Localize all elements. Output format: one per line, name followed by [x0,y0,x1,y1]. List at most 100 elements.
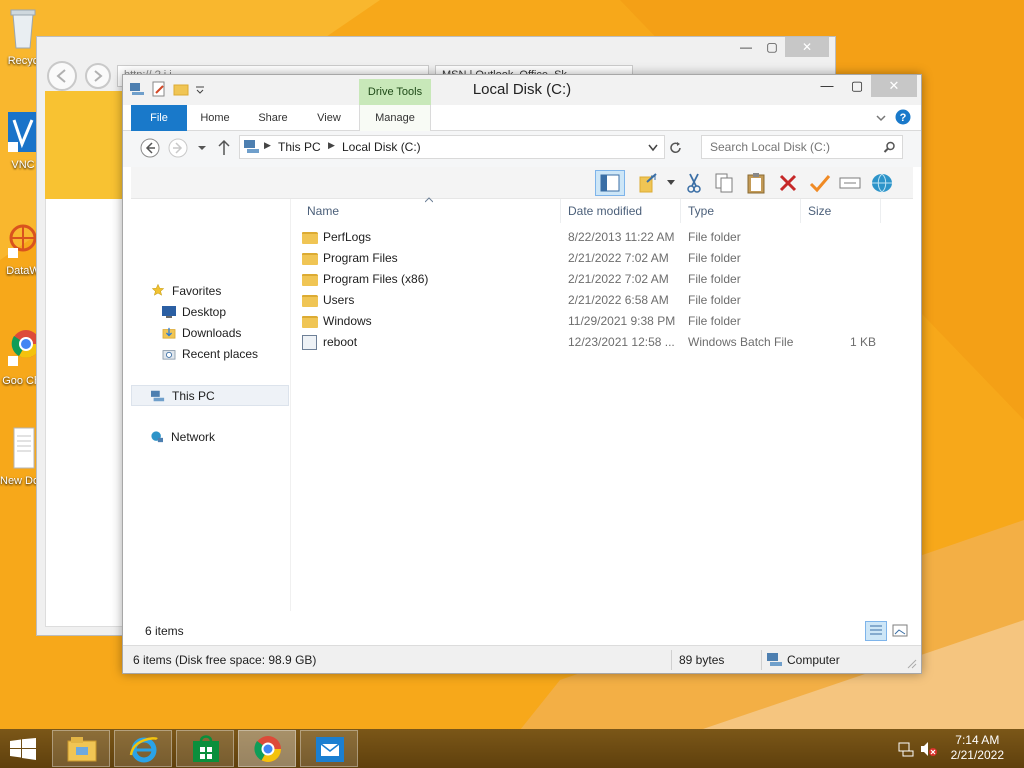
nav-this-pc[interactable]: This PC [131,385,289,406]
nav-label: This PC [172,389,215,403]
start-button[interactable] [0,729,46,768]
tab-view[interactable]: View [307,105,351,131]
table-row[interactable]: reboot 12/23/2021 12:58 ... Windows Batch … [299,332,913,353]
file-type: File folder [688,314,741,328]
title-bar[interactable]: Drive Tools Local Disk (C:) — ▢ ✕ [123,75,921,105]
file-name-text: Program Files [323,251,398,265]
bg-forward-button[interactable] [85,63,111,89]
details-view-icon[interactable] [865,621,887,641]
taskbar-internet-explorer[interactable] [114,730,172,767]
ribbon-tabs: File Home Share View Manage ? [123,105,921,131]
file-name: PerfLogs [299,227,561,248]
network-status-icon[interactable] [898,741,914,757]
taskbar-store[interactable] [176,730,234,767]
minimize-button[interactable]: — [813,75,841,97]
status-disk-space: 6 items (Disk free space: 98.9 GB) [133,653,317,667]
copy-button[interactable] [711,170,737,196]
volume-muted-icon[interactable] [920,741,938,757]
nav-desktop[interactable]: Desktop [131,302,289,323]
search-icon[interactable] [883,141,896,154]
tab-share[interactable]: Share [251,105,295,131]
bg-minimize-button[interactable]: — [733,37,759,57]
delete-button[interactable] [775,170,801,196]
search-box[interactable] [701,135,903,159]
tab-home[interactable]: Home [193,105,237,131]
recent-locations-icon[interactable] [197,144,207,152]
cut-button[interactable] [681,170,707,196]
batch-file-icon [302,335,317,350]
taskbar-mail[interactable] [300,730,358,767]
globe-icon [872,173,892,193]
search-input[interactable] [702,136,872,158]
chrome-icon [8,330,40,366]
address-dropdown-icon[interactable] [648,144,658,152]
table-row[interactable]: Program Files 2/21/2022 7:02 AM File folde… [299,248,913,269]
file-name: Users [299,290,561,311]
breadcrumb-local-disk[interactable]: Local Disk (C:) [342,140,421,154]
back-button[interactable] [139,137,161,159]
properties-button[interactable] [635,170,661,196]
nav-favorites[interactable]: Favorites [131,281,289,302]
table-row[interactable]: Program Files (x86) 2/21/2022 7:02 AM File… [299,269,913,290]
taskbar: 7:14 AM 2/21/2022 [0,729,1024,768]
vnc-icon [8,112,38,152]
nav-label: Recent places [182,347,259,361]
file-type: File folder [688,272,741,286]
rename-icon [839,177,861,189]
refresh-icon[interactable] [669,141,683,155]
folder-icon [302,295,318,307]
checkmark-icon [809,175,831,193]
item-count: 6 items [145,624,184,638]
column-header-size[interactable]: Size [801,199,881,223]
nav-network[interactable]: Network [131,427,289,448]
explorer-window[interactable]: Drive Tools Local Disk (C:) — ▢ ✕ File H… [122,74,922,674]
address-bar[interactable]: ▶ This PC ▶ Local Disk (C:) [239,135,665,159]
table-row[interactable]: PerfLogs 8/22/2013 11:22 AM File folder [299,227,913,248]
network-icon [151,431,163,443]
command-toolbar [131,167,913,199]
rename-button[interactable] [807,170,833,196]
file-list: Name Date modified Type Size PerfLogs 8/2… [299,197,913,611]
file-date: 2/21/2022 7:02 AM [568,251,669,265]
close-button[interactable]: ✕ [871,75,917,97]
file-name-text: PerfLogs [323,230,372,244]
properties-dropdown-icon[interactable] [667,180,675,186]
help-icon[interactable]: ? [895,109,911,125]
taskbar-file-explorer[interactable] [52,730,110,767]
expand-ribbon-icon[interactable] [875,113,887,123]
tab-file[interactable]: File [131,105,187,131]
forward-button[interactable] [167,137,189,159]
maximize-button[interactable]: ▢ [843,75,871,97]
large-icons-view-icon[interactable] [889,621,911,641]
file-type: Windows Batch File [688,335,794,349]
nav-recent-places[interactable]: Recent places [131,344,289,365]
nav-downloads[interactable]: Downloads [131,323,289,344]
preview-pane-button[interactable] [595,170,625,196]
file-name-text: Users [323,293,355,307]
paste-button[interactable] [743,170,769,196]
navigation-bar: ▶ This PC ▶ Local Disk (C:) [123,131,921,167]
bg-back-button[interactable] [47,61,77,91]
column-header-name[interactable]: Name [299,199,561,223]
bg-maximize-button[interactable]: ▢ [759,37,785,57]
table-row[interactable]: Users 2/21/2022 6:58 AM File folder [299,290,913,311]
taskbar-google-chrome[interactable] [238,730,296,767]
forward-arrow-icon [94,70,103,82]
bg-close-button[interactable]: ✕ [785,37,829,57]
recycle-bin-icon [10,9,36,49]
tab-manage[interactable]: Manage [359,105,431,131]
column-header-date[interactable]: Date modified [561,199,681,223]
column-header-type[interactable]: Type [681,199,801,223]
resize-grip-icon[interactable] [907,659,917,669]
rename-field-button[interactable] [837,170,863,196]
file-date: 2/21/2022 6:58 AM [568,293,669,307]
taskbar-clock[interactable]: 7:14 AM 2/21/2022 [951,733,1004,763]
up-arrow-icon[interactable] [217,139,231,157]
table-row[interactable]: Windows 11/29/2021 9:38 PM File folder [299,311,913,332]
breadcrumb-this-pc[interactable]: This PC [278,140,321,154]
file-name: Program Files (x86) [299,269,561,290]
status-divider [761,650,762,670]
star-icon [151,284,165,296]
file-type: File folder [688,251,741,265]
network-location-button[interactable] [869,170,895,196]
